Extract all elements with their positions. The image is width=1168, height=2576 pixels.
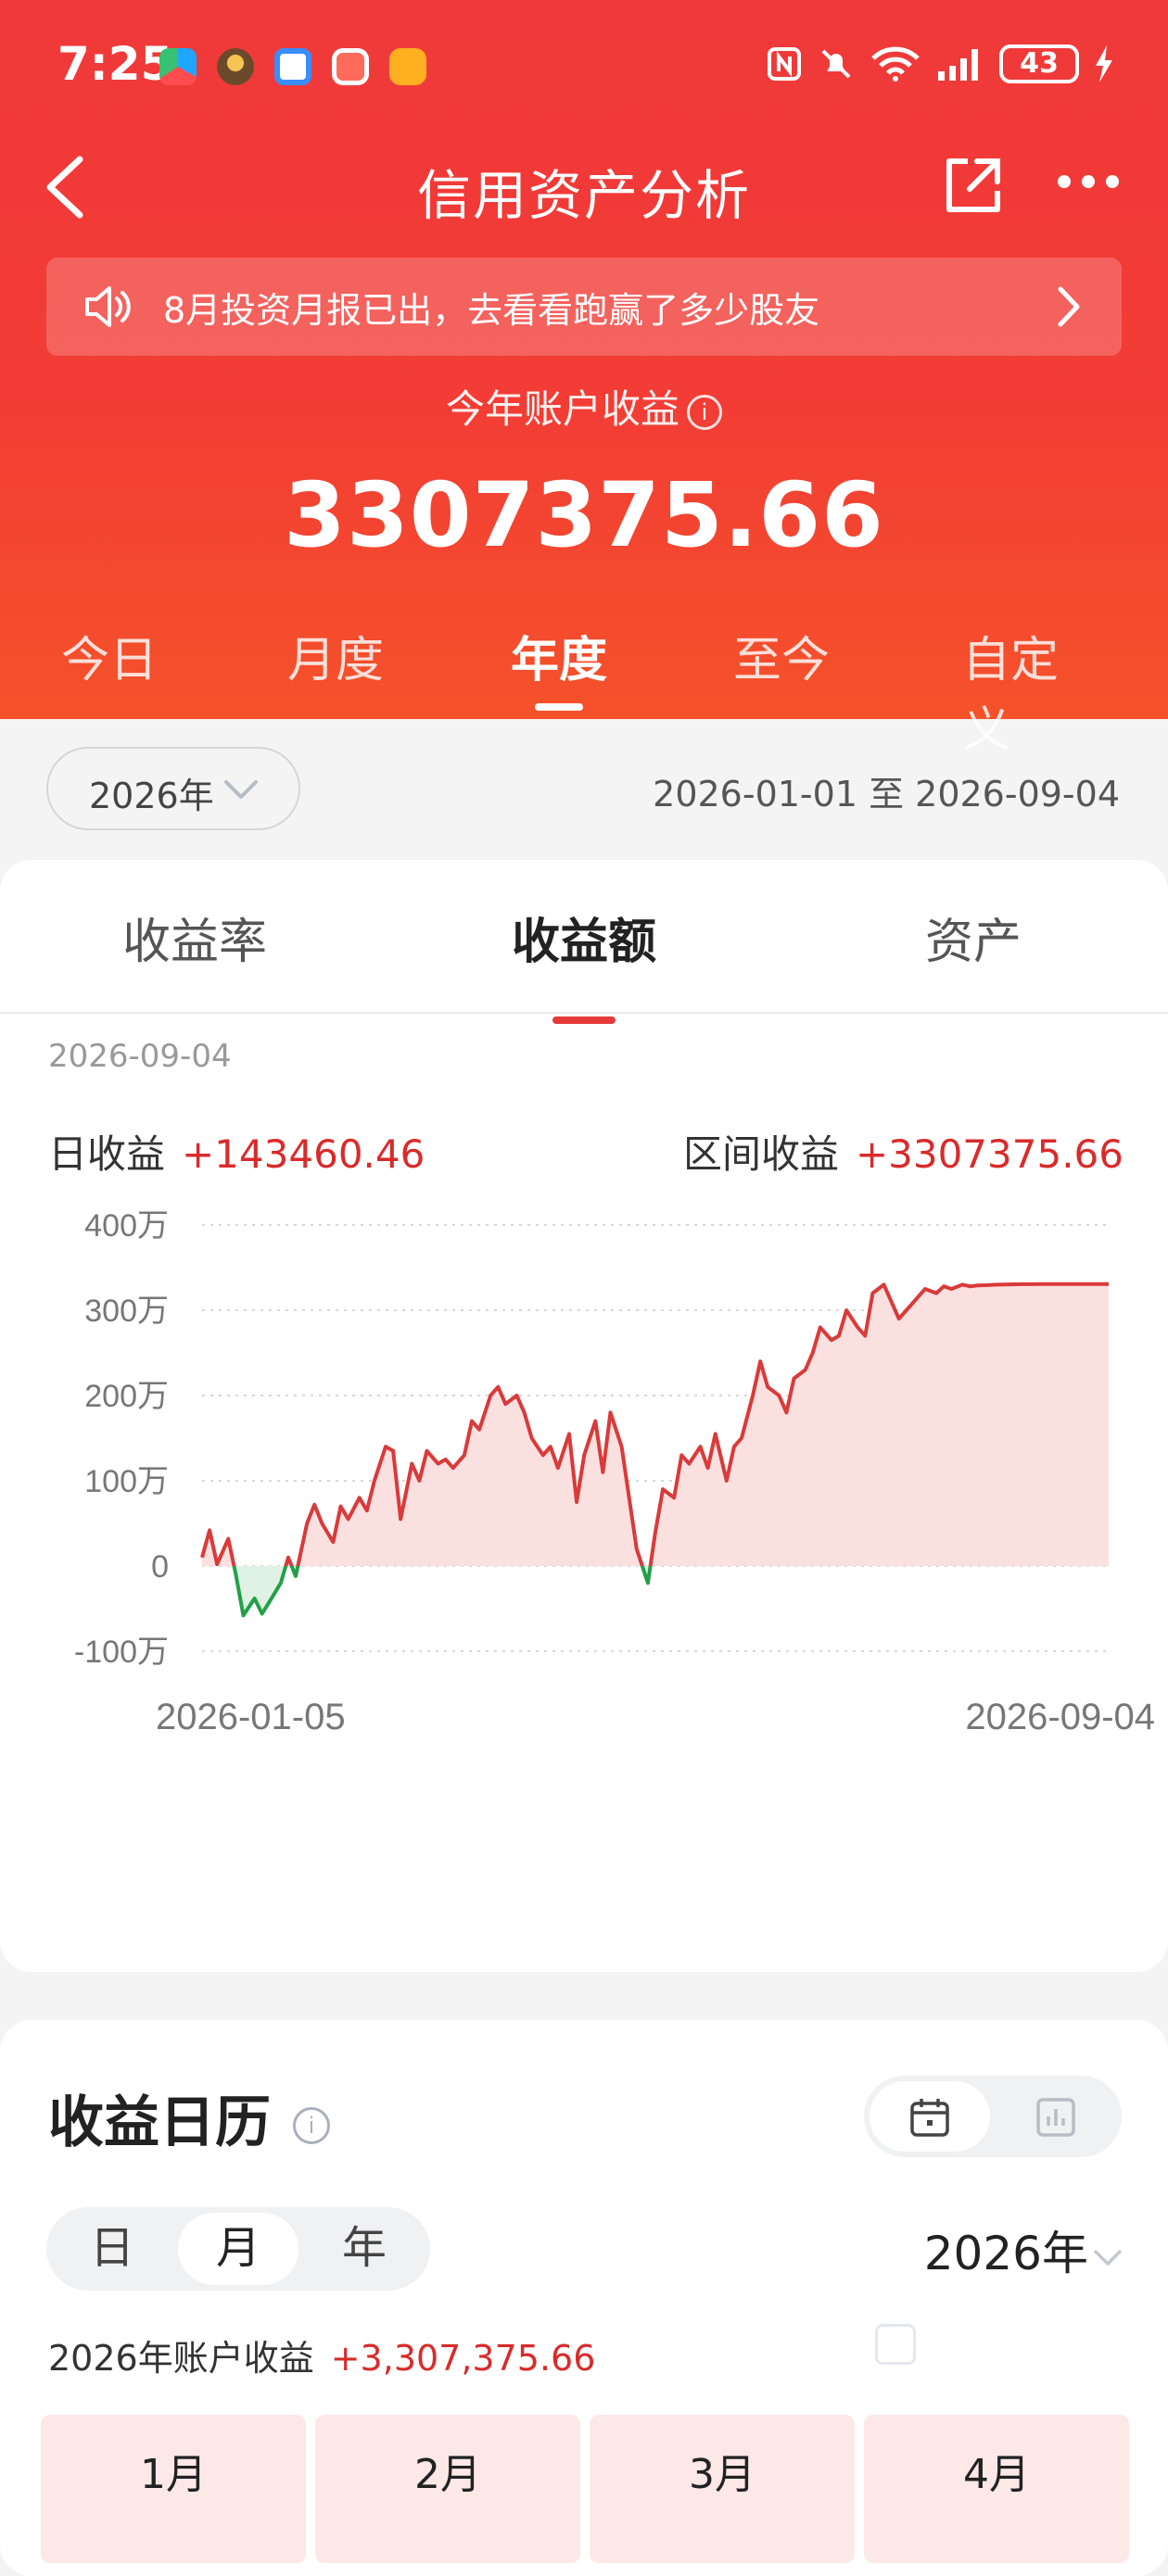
checkbox[interactable] — [875, 2324, 916, 2365]
daily-return-label: 日收益 — [48, 1131, 166, 1177]
period-tabs: 今日 月度 年度 至今 自定义 — [0, 621, 1168, 758]
mode-month[interactable]: 月 — [178, 2213, 298, 2285]
app-icon-2 — [217, 48, 254, 85]
month-cell-feb[interactable]: 2月 — [315, 2415, 580, 2563]
calendar-year-selector[interactable]: 2026年 — [924, 2216, 1124, 2283]
tab-return-rate[interactable]: 收益率 — [122, 903, 267, 972]
status-time: 7:25 — [57, 37, 173, 91]
chevron-right-icon — [1058, 286, 1080, 327]
y-tick-label: 100万 — [84, 1464, 169, 1499]
calendar-view-toggle — [864, 2076, 1122, 2157]
mute-icon — [821, 49, 851, 79]
month-cell-jan[interactable]: 1月 — [41, 2415, 306, 2563]
x-tick-label: 2026-01-05 — [156, 1697, 346, 1737]
month-label: 4月 — [963, 2451, 1030, 2498]
selected-date: 2026-09-04 — [48, 1038, 232, 1075]
nfc-icon — [768, 47, 801, 81]
calendar-mode-switch: 日 月 年 — [46, 2207, 430, 2291]
battery-icon: 43 — [999, 44, 1079, 83]
yearly-return-label-row: 今年账户收益 i — [0, 378, 1168, 435]
share-icon[interactable] — [940, 154, 1005, 219]
positive-area — [202, 1283, 1109, 1566]
return-calendar-card: 收益日历 i 日 月 年 2026年 2026年账户收益 +3,307,375.66… — [0, 2020, 1168, 2576]
tab-return-amount[interactable]: 收益额 — [512, 903, 656, 972]
info-icon[interactable]: i — [293, 2107, 330, 2145]
return-chart[interactable]: 400万 300万 200万 100万 0 -100万 2026-01-05 2026-09-… — [0, 1175, 1168, 1861]
info-icon[interactable]: i — [687, 394, 722, 430]
wifi-icon — [871, 46, 920, 82]
calendar-title: 收益日历 — [48, 2090, 271, 2155]
tab-assets[interactable]: 资产 — [925, 903, 1022, 972]
system-icons: 43 — [766, 44, 1114, 83]
tab-custom[interactable]: 自定义 — [962, 621, 1099, 760]
mode-year[interactable]: 年 — [304, 2213, 425, 2285]
app-icon-1 — [159, 48, 197, 85]
year-selector[interactable]: 2026年 — [46, 747, 300, 830]
more-icon[interactable] — [1055, 172, 1122, 191]
app-icon-5 — [389, 48, 426, 85]
calendar-icon — [910, 2099, 949, 2137]
notification-icons — [159, 48, 426, 85]
report-notice-banner[interactable]: 8月投资月报已出，去看看跑赢了多少股友 — [46, 258, 1122, 356]
month-cell-apr[interactable]: 4月 — [864, 2415, 1129, 2563]
month-cell-mar[interactable]: 3月 — [590, 2415, 855, 2563]
y-tick-label: 200万 — [84, 1379, 169, 1414]
tab-yearly[interactable]: 年度 — [511, 621, 607, 690]
chevron-down-icon — [224, 780, 258, 799]
app-icon-3 — [274, 48, 311, 85]
date-range: 2026-01-01 至 2026-09-04 — [653, 774, 1120, 814]
yearly-return-value: 3307375.66 — [284, 463, 884, 567]
charging-icon — [1096, 45, 1112, 82]
month-label: 1月 — [140, 2451, 207, 2498]
mode-day[interactable]: 日 — [52, 2213, 172, 2285]
calendar-title-row: 收益日历 i — [48, 2077, 330, 2158]
y-tick-label: -100万 — [74, 1635, 169, 1670]
tab-to-date[interactable]: 至今 — [733, 621, 830, 690]
range-return: 区间收益 +3307375.66 — [683, 1123, 1124, 1180]
range-return-label: 区间收益 — [682, 1131, 839, 1177]
nav-bar: 信用资产分析 — [0, 139, 1168, 232]
year-selector-value: 2026年 — [89, 776, 214, 816]
metric-tabs: 收益率 收益额 资产 — [0, 860, 1168, 1014]
calendar-sum-row: 2026年账户收益 +3,307,375.66 — [48, 2330, 595, 2380]
month-label: 2月 — [414, 2451, 481, 2498]
daily-return-value: +143460.46 — [182, 1131, 425, 1177]
app-icon-4 — [332, 48, 369, 85]
speaker-icon — [85, 286, 131, 327]
signal-icon — [938, 49, 978, 81]
tab-today[interactable]: 今日 — [61, 621, 158, 690]
calendar-view-button[interactable] — [870, 2081, 990, 2152]
y-tick-label: 0 — [151, 1549, 169, 1585]
notice-text: 8月投资月报已出，去看看跑赢了多少股友 — [163, 290, 820, 331]
yearly-return-label: 今年账户收益 — [445, 386, 679, 432]
month-label: 3月 — [689, 2451, 755, 2498]
status-bar: 7:25 43 — [0, 0, 1168, 130]
bar-chart-view-button[interactable] — [996, 2081, 1116, 2152]
return-summary-row: 日收益 +143460.46 区间收益 +3307375.66 — [48, 1123, 1124, 1180]
calendar-year-value: 2026年 — [923, 2227, 1088, 2280]
calendar-sum-value: +3,307,375.66 — [330, 2338, 596, 2379]
y-tick-label: 400万 — [84, 1208, 169, 1244]
header-area: 7:25 43 信用资产分析 8月投资月报已出，去看看跑赢了多少股友 今年账户收… — [0, 0, 1168, 758]
x-tick-label: 2026-09-04 — [965, 1697, 1155, 1737]
tab-monthly[interactable]: 月度 — [287, 621, 384, 690]
bar-chart-icon — [1036, 2098, 1075, 2137]
chevron-down-icon — [1094, 2249, 1122, 2266]
y-tick-label: 300万 — [84, 1294, 169, 1329]
return-chart-card: 收益率 收益额 资产 2026-09-04 日收益 +143460.46 区间收益… — [0, 860, 1168, 1972]
calendar-sum-label: 2026年账户收益 — [48, 2338, 314, 2379]
range-return-value: +3307375.66 — [855, 1131, 1124, 1177]
